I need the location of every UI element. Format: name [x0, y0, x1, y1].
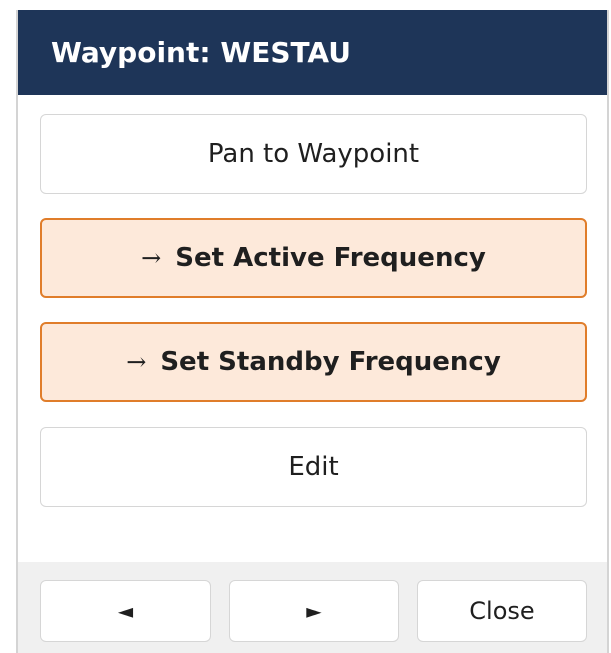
close-label: Close	[469, 597, 535, 625]
set-active-frequency-label: Set Active Frequency	[175, 243, 486, 273]
dialog-footer: ◄ ► Close	[18, 562, 607, 653]
triangle-right-icon: ►	[306, 599, 322, 623]
dialog-title: Waypoint: WESTAU	[51, 36, 351, 69]
set-standby-frequency-button[interactable]: → Set Standby Frequency	[40, 322, 587, 402]
set-active-frequency-button[interactable]: → Set Active Frequency	[40, 218, 587, 298]
edit-label: Edit	[288, 452, 339, 482]
dialog-header: Waypoint: WESTAU	[18, 10, 607, 95]
arrow-right-icon: →	[141, 244, 162, 272]
waypoint-dialog: Waypoint: WESTAU Pan to Waypoint → Set A…	[16, 10, 609, 653]
edit-button[interactable]: Edit	[40, 427, 587, 507]
pan-to-waypoint-button[interactable]: Pan to Waypoint	[40, 114, 587, 194]
set-standby-frequency-label: Set Standby Frequency	[160, 347, 501, 377]
triangle-left-icon: ◄	[117, 599, 134, 623]
next-button[interactable]: ►	[229, 580, 399, 642]
arrow-right-icon: →	[126, 348, 147, 376]
pan-to-waypoint-label: Pan to Waypoint	[207, 139, 420, 169]
previous-button[interactable]: ◄	[40, 580, 211, 642]
close-button[interactable]: Close	[417, 580, 587, 642]
